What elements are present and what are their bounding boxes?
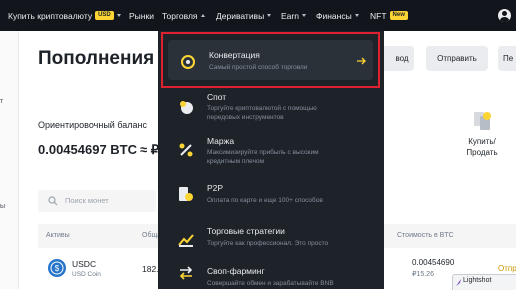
nav-nft[interactable]: NFT New (370, 0, 408, 31)
header-assets: Активы (46, 232, 70, 239)
menu-item-title: Конвертация (209, 50, 260, 60)
search-input[interactable]: Поиск монет (38, 190, 156, 212)
feather-icon (456, 279, 461, 286)
nav-finance-label: Финансы (316, 10, 352, 21)
new-badge: New (389, 11, 408, 20)
trade-dropdown-menu: Конвертация Самый простой способ торговл… (158, 31, 384, 289)
nav-nft-label: NFT (370, 10, 387, 21)
buy-sell-label: Купить/ Продать (466, 137, 498, 157)
transfer-button[interactable]: Пе (498, 46, 516, 71)
coin-rub-value: ₽15.26 (412, 271, 434, 278)
menu-item-title: Маржа (207, 136, 235, 146)
menu-item-title: Своп-фарминг (207, 266, 265, 276)
send-button[interactable]: Отправить (426, 46, 488, 71)
usdc-coin-icon: $ (48, 259, 66, 277)
chevron-down-icon (116, 14, 121, 17)
search-placeholder: Поиск монет (65, 196, 109, 205)
menu-item-spot[interactable]: Спот Торгуйте криптовалютой с помощью пе… (158, 88, 384, 130)
convert-icon (181, 55, 195, 69)
p2p-icon (179, 187, 193, 201)
menu-item-desc: Торгуйте криптовалютой с помощью передов… (207, 105, 317, 121)
menu-item-desc: Оплата по карте и еще 100+ способов (207, 197, 323, 204)
balance-label: Ориентировочный баланс (38, 120, 147, 130)
header-value-btc: Стоимость в BTC (397, 232, 454, 239)
coin-send-link[interactable]: Отпр (498, 264, 516, 273)
strategy-icon (178, 234, 194, 247)
coin-name: USD Coin (72, 271, 101, 278)
swap-farming-icon (179, 266, 193, 280)
chevron-up-icon (200, 14, 205, 17)
nav-trade[interactable]: Торговля (162, 0, 205, 31)
sidebar-item-label[interactable]: ы (0, 203, 5, 210)
nav-earn-label: Earn (281, 10, 299, 21)
coin-symbol: USDC (72, 259, 97, 269)
svg-text:$: $ (55, 264, 60, 273)
menu-item-title: Спот (207, 92, 227, 102)
nav-derivatives-label: Деривативы (216, 10, 265, 21)
menu-item-strategies[interactable]: Торговые стратегии Торгуйте как професси… (158, 220, 384, 260)
nav-buy-crypto-label: Купить криптовалюту (8, 10, 93, 21)
nav-finance[interactable]: Финансы (316, 0, 359, 31)
nav-earn[interactable]: Earn (281, 0, 306, 31)
nav-markets-label: Рынки (129, 10, 154, 21)
nav-buy-crypto[interactable]: Купить криптовалюту USD (8, 0, 121, 31)
coin-amount: 182. (142, 264, 159, 274)
nav-derivatives[interactable]: Деривативы (216, 0, 272, 31)
spot-icon (180, 101, 193, 114)
buy-sell-quick-action[interactable]: Купить/ Продать (460, 110, 504, 158)
chevron-down-icon (301, 14, 306, 17)
menu-item-p2p[interactable]: P2P Оплата по карте и еще 100+ способов (158, 177, 384, 217)
sidebar-item-label[interactable]: т (0, 98, 3, 105)
send-button-label: Отправить (437, 54, 477, 63)
transfer-button-label: Пе (503, 54, 514, 63)
menu-item-desc: Торгуйте как профессионал. Это просто (207, 240, 329, 247)
coin-btc-value: 0.00454690 (412, 258, 455, 267)
menu-item-title: P2P (207, 183, 224, 193)
arrow-right-icon (357, 57, 366, 65)
chevron-down-icon (267, 14, 272, 17)
margin-icon (179, 143, 193, 157)
search-icon (48, 196, 58, 206)
lightshot-label: Lightshot (463, 277, 492, 284)
top-nav-bar: Купить криптовалюту USD Рынки Торговля Д… (0, 0, 516, 31)
menu-item-desc: Совершайте обмен и зарабатывайте BNB (207, 280, 334, 287)
lightshot-tab[interactable]: Lightshot (452, 274, 516, 290)
menu-item-swap-farming[interactable]: Своп-фарминг Совершайте обмен и зарабаты… (158, 263, 384, 289)
chevron-down-icon (354, 14, 359, 17)
balance-approx: ≈ ₽ (140, 142, 160, 157)
balance-value: 0.00454697 BTC (38, 142, 138, 157)
menu-item-title: Торговые стратегии (207, 226, 285, 236)
menu-item-convert[interactable]: Конвертация Самый простой способ торговл… (161, 32, 380, 88)
page-title: Пополнения (38, 48, 155, 69)
nav-trade-label: Торговля (162, 10, 198, 21)
buy-sell-icon (474, 112, 491, 130)
menu-item-desc: Максимизируйте прибыль с высоким кредитн… (207, 149, 319, 165)
sidebar: т ы (0, 31, 19, 289)
nav-markets[interactable]: Рынки (129, 0, 154, 31)
menu-item-desc: Самый простой способ торговли (209, 64, 308, 71)
withdraw-button-label: вод (395, 54, 409, 63)
currency-badge: USD (95, 11, 114, 20)
menu-item-margin[interactable]: Маржа Максимизируйте прибыль с высоким к… (158, 131, 384, 173)
user-avatar-icon[interactable] (498, 9, 511, 22)
